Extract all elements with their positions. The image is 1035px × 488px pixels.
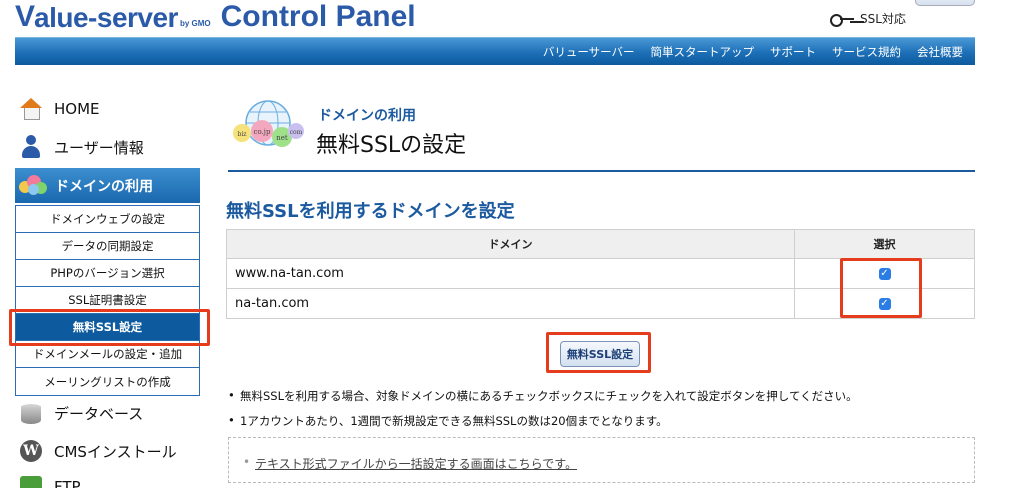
domain-cell: na-tan.com bbox=[226, 288, 795, 319]
bulk-setting-box: テキスト形式ファイルから一括設定する画面はこちらです。 bbox=[228, 437, 975, 483]
logo[interactable]: V alue-server by GMO Control Panel bbox=[15, 0, 416, 34]
svg-text:biz: biz bbox=[238, 131, 247, 138]
nav-company[interactable]: 会社概要 bbox=[917, 44, 963, 60]
page-title: 無料SSLの設定 bbox=[316, 133, 467, 158]
nav-value-server[interactable]: バリューサーバー bbox=[543, 44, 635, 60]
section-label: ドメインの利用 bbox=[318, 108, 416, 124]
col-header-domain: ドメイン bbox=[226, 229, 795, 259]
note-item: 1アカウントあたり、1週間で新規設定できる無料SSLの数は20個までとなります。 bbox=[228, 413, 858, 429]
nav-terms[interactable]: サービス規約 bbox=[832, 44, 901, 60]
bulk-setting-link[interactable]: テキスト形式ファイルから一括設定する画面はこちらです。 bbox=[243, 455, 577, 472]
key-icon bbox=[830, 13, 856, 27]
domain-submenu: ドメインウェブの設定 データの同期設定 PHPのバージョン選択 SSL証明書設定… bbox=[15, 205, 200, 396]
ftp-icon bbox=[20, 476, 42, 488]
submenu-domain-web[interactable]: ドメインウェブの設定 bbox=[16, 206, 199, 233]
sidebar-label-home: HOME bbox=[54, 100, 100, 118]
home-icon bbox=[19, 98, 43, 120]
highlight-box-button bbox=[546, 332, 651, 373]
logo-text: alue-server bbox=[34, 2, 178, 33]
logo-v-mark: V bbox=[15, 0, 35, 33]
submenu-data-sync[interactable]: データの同期設定 bbox=[16, 233, 199, 260]
svg-text:net: net bbox=[276, 134, 288, 142]
sidebar-label-database: データベース bbox=[54, 404, 144, 423]
submenu-mailing-list[interactable]: メーリングリストの作成 bbox=[16, 368, 199, 395]
highlight-box-checkboxes bbox=[840, 258, 922, 318]
nav-support[interactable]: サポート bbox=[770, 44, 816, 60]
logo-gmo: by GMO bbox=[179, 19, 211, 28]
note-item: 無料SSLを利用する場合、対象ドメインの横にあるチェックボックスにチェックを入れ… bbox=[228, 388, 858, 404]
sidebar-item-user-info[interactable]: ユーザー情報 bbox=[18, 134, 144, 160]
sidebar-item-cms[interactable]: W CMSインストール bbox=[18, 438, 177, 464]
nav-easy-startup[interactable]: 簡単スタートアップ bbox=[651, 44, 755, 60]
top-navbar: バリューサーバー 簡単スタートアップ サポート サービス規約 会社概要 bbox=[15, 37, 975, 65]
sidebar-label-user-info: ユーザー情報 bbox=[54, 138, 144, 157]
ssl-support-link[interactable]: SSL対応 bbox=[830, 10, 906, 27]
panel-title: Control Panel bbox=[220, 0, 416, 33]
svg-text:com: com bbox=[290, 129, 303, 136]
domain-cell: www.na-tan.com bbox=[226, 258, 795, 289]
domain-balls-icon bbox=[19, 174, 49, 197]
title-divider bbox=[228, 170, 975, 172]
wordpress-icon: W bbox=[20, 440, 42, 462]
submenu-php-version[interactable]: PHPのバージョン選択 bbox=[16, 260, 199, 287]
sidebar-label-ftp: FTP bbox=[54, 478, 81, 488]
sidebar-item-database[interactable]: データベース bbox=[18, 400, 143, 426]
user-icon bbox=[21, 135, 41, 159]
sidebar-item-ftp[interactable]: FTP bbox=[18, 474, 81, 488]
globe-domains-icon: biz co.jp net com bbox=[233, 100, 304, 147]
section-heading: 無料SSLを利用するドメインを設定 bbox=[226, 201, 515, 222]
svg-text:co.jp: co.jp bbox=[254, 128, 271, 136]
sidebar-item-home[interactable]: HOME bbox=[18, 96, 100, 122]
top-right-button[interactable] bbox=[915, 0, 975, 6]
notes-list: 無料SSLを利用する場合、対象ドメインの横にあるチェックボックスにチェックを入れ… bbox=[228, 388, 858, 438]
sidebar-label-cms: CMSインストール bbox=[54, 442, 177, 461]
col-header-select: 選択 bbox=[794, 229, 975, 259]
database-icon bbox=[21, 402, 41, 424]
sidebar-label-domain-use: ドメインの利用 bbox=[55, 178, 153, 195]
ssl-support-label: SSL対応 bbox=[860, 12, 906, 26]
highlight-box-sidebar bbox=[9, 309, 210, 346]
sidebar-item-domain-use[interactable]: ドメインの利用 bbox=[15, 168, 200, 203]
